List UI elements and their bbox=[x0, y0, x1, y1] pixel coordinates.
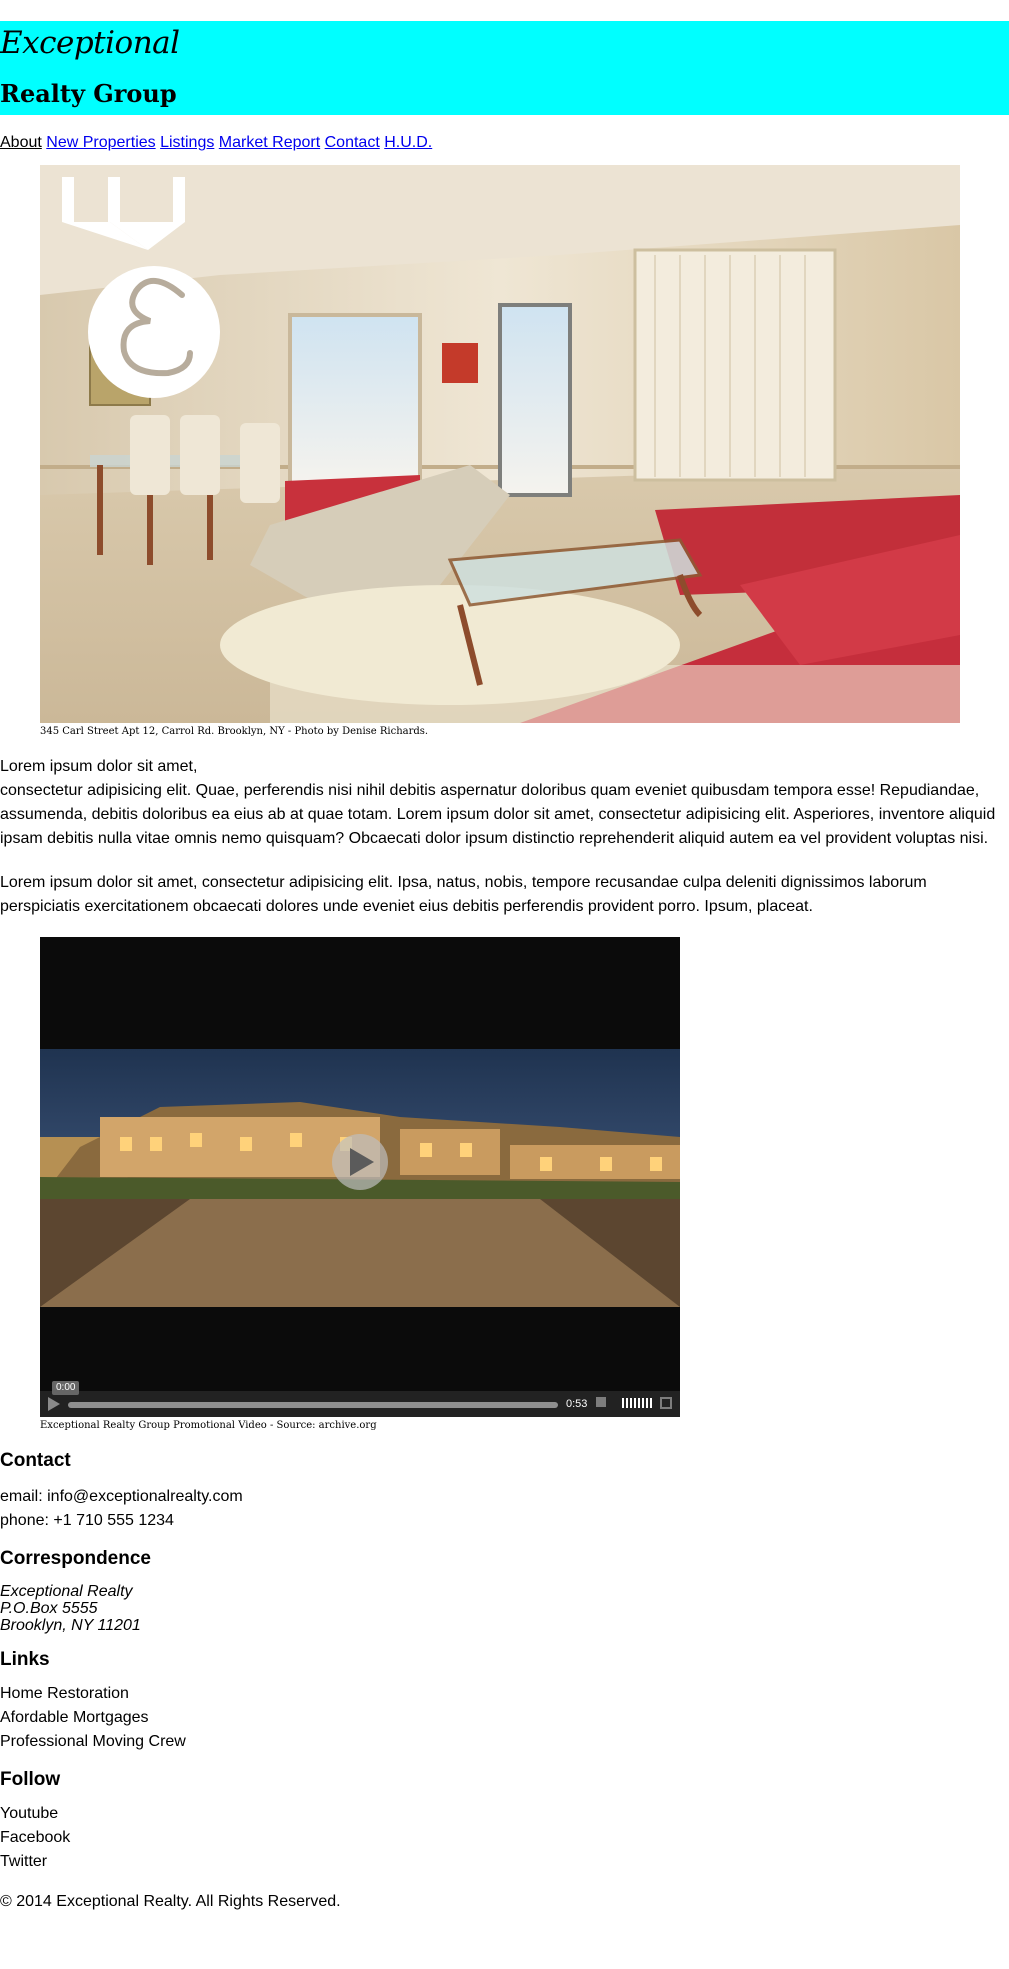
link-afordable-mortgages[interactable]: Afordable Mortgages bbox=[0, 1706, 1009, 1730]
play-button-icon[interactable] bbox=[48, 1397, 60, 1411]
fullscreen-icon[interactable] bbox=[660, 1397, 672, 1409]
intro-paragraph-2: Lorem ipsum dolor sit amet, consectetur … bbox=[0, 874, 927, 915]
correspondence-heading: Correspondence bbox=[0, 1548, 151, 1569]
follow-youtube[interactable]: Youtube bbox=[0, 1802, 1009, 1826]
address-line: P.O.Box 5555 bbox=[0, 1600, 98, 1617]
intro-p1-first: Lorem ipsum dolor sit amet, bbox=[0, 758, 198, 775]
contact-heading: Contact bbox=[0, 1450, 71, 1471]
nav-new-properties[interactable]: New Properties bbox=[46, 134, 155, 151]
logo-sub-text[interactable]: Realty Group bbox=[0, 79, 177, 109]
volume-bar[interactable] bbox=[622, 1398, 652, 1408]
volume-icon[interactable] bbox=[596, 1397, 606, 1407]
correspondence-section: Correspondence Exceptional Realty P.O.Bo… bbox=[0, 1547, 1009, 1634]
video-frame bbox=[40, 937, 680, 1417]
contact-phone: phone: +1 710 555 1234 bbox=[0, 1512, 174, 1529]
follow-heading: Follow bbox=[0, 1769, 61, 1790]
intro-p1-rest: consectetur adipisicing elit. Quae, perf… bbox=[0, 782, 996, 847]
follow-section: Follow Youtube Facebook Twitter bbox=[0, 1768, 1009, 1874]
follow-facebook[interactable]: Facebook bbox=[0, 1826, 1009, 1850]
nav-hud[interactable]: H.U.D. bbox=[384, 134, 432, 151]
address-line: Exceptional Realty bbox=[0, 1583, 133, 1600]
hero-photo bbox=[40, 165, 960, 723]
time-total: 0:53 bbox=[566, 1398, 588, 1410]
footer-copyright: © 2014 Exceptional Realty. All Rights Re… bbox=[0, 1893, 341, 1910]
hero-figure: 345 Carl Street Apt 12, Carrol Rd. Brook… bbox=[0, 165, 1009, 741]
hero-caption: 345 Carl Street Apt 12, Carrol Rd. Brook… bbox=[40, 726, 429, 737]
video-controls: 0:00 0:53 bbox=[40, 1381, 680, 1417]
logo-script-text[interactable]: Exceptional bbox=[0, 23, 180, 63]
main-nav: About New Properties Listings Market Rep… bbox=[0, 131, 1009, 155]
links-section: Links Home Restoration Afordable Mortgag… bbox=[0, 1648, 1009, 1754]
correspondence-address: Exceptional Realty P.O.Box 5555 Brooklyn… bbox=[0, 1583, 1009, 1634]
nav-about[interactable]: About bbox=[0, 134, 42, 151]
contact-section: Contact email: info@exceptionalrealty.co… bbox=[0, 1449, 1009, 1533]
video-figure: 0:00 0:53 Exceptional Realty Group Promo… bbox=[0, 937, 1009, 1435]
time-current-badge: 0:00 bbox=[52, 1381, 80, 1395]
nav-market-report[interactable]: Market Report bbox=[219, 134, 320, 151]
play-icon bbox=[332, 1134, 388, 1190]
link-home-restoration[interactable]: Home Restoration bbox=[0, 1682, 1009, 1706]
links-heading: Links bbox=[0, 1649, 50, 1670]
site-header: Exceptional Realty Group bbox=[0, 21, 1009, 115]
living-room-image bbox=[40, 165, 960, 723]
follow-twitter[interactable]: Twitter bbox=[0, 1850, 1009, 1874]
address-line: Brooklyn, NY 11201 bbox=[0, 1617, 141, 1634]
intro-paragraph-1: Lorem ipsum dolor sit amet, consectetur … bbox=[0, 755, 1005, 851]
video-player[interactable]: 0:00 0:53 bbox=[40, 937, 680, 1417]
contact-email: email: info@exceptionalrealty.com bbox=[0, 1488, 243, 1505]
video-caption: Exceptional Realty Group Promotional Vid… bbox=[40, 1420, 377, 1431]
link-professional-moving-crew[interactable]: Professional Moving Crew bbox=[0, 1730, 1009, 1754]
nav-contact[interactable]: Contact bbox=[325, 134, 380, 151]
award-medal-icon bbox=[88, 266, 220, 398]
nav-listings[interactable]: Listings bbox=[160, 134, 214, 151]
seek-bar[interactable] bbox=[68, 1402, 558, 1408]
